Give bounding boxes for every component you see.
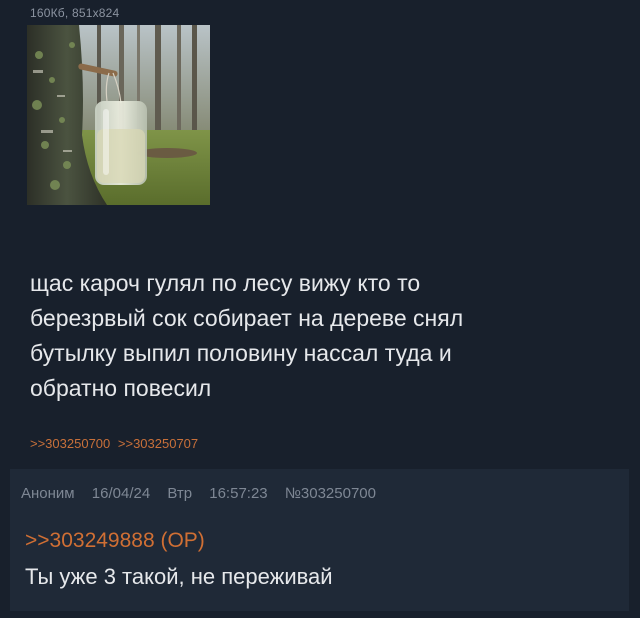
file-info: 160Кб, 851x824 <box>30 6 120 20</box>
post-text-line: бутылку выпил половину нассал туда и <box>30 340 452 366</box>
post-time: 16:57:23 <box>209 485 268 502</box>
post-number[interactable]: №303250700 <box>285 485 376 502</box>
reply-link[interactable]: >>303250707 <box>118 436 198 451</box>
post-weekday: Втр <box>167 485 193 502</box>
reply-post: Аноним 16/04/24 Втр 16:57:23 №303250700 … <box>10 469 629 611</box>
post-text-line: березрвый сок собирает на дереве снял <box>30 305 464 331</box>
post-image-thumbnail[interactable] <box>27 25 210 205</box>
post-date: 16/04/24 <box>91 485 151 502</box>
quote-link[interactable]: >>303249888 (OP) <box>25 529 205 553</box>
post-text-line: обратно повесил <box>30 375 212 401</box>
post-text-line: щас кароч гулял по лесу вижу кто то <box>30 270 421 296</box>
author-name: Аноним <box>21 485 75 502</box>
reply-link[interactable]: >>303250700 <box>30 436 110 451</box>
reply-links: >>303250700 >>303250707 <box>30 436 202 451</box>
reply-header: Аноним 16/04/24 Втр 16:57:23 №303250700 <box>21 485 389 502</box>
post-body: щас кароч гулял по лесу вижу кто то бере… <box>30 266 590 406</box>
reply-text: Ты уже 3 такой, не переживай <box>25 564 333 589</box>
